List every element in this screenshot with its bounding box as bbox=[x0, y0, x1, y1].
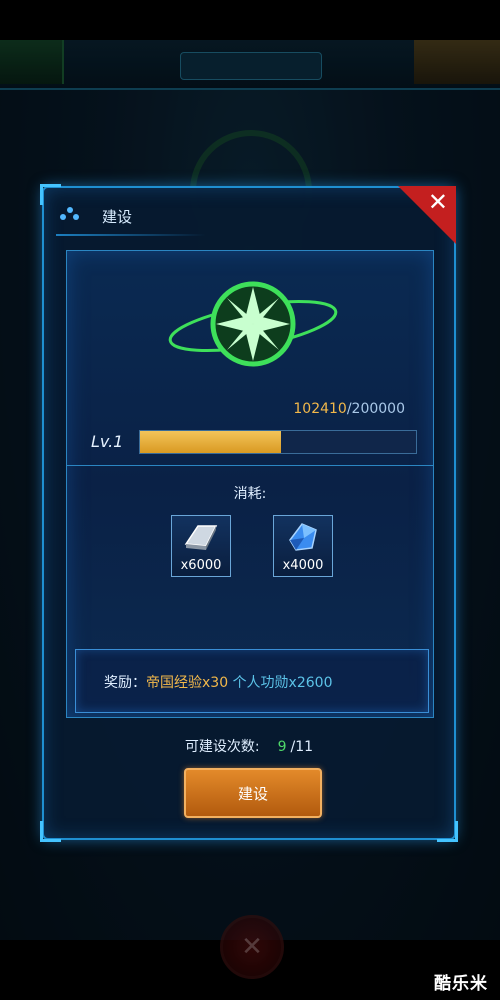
cost-item-crystal[interactable]: x4000 bbox=[273, 515, 333, 577]
build-button[interactable]: 建设 bbox=[184, 768, 322, 818]
build-count-current: 9 bbox=[277, 739, 287, 755]
build-panel: 102410/200000 Lv.1 消耗: x6000 x4000 奖励：帝国… bbox=[66, 250, 434, 718]
build-count: 可建设次数: 9/11 bbox=[44, 736, 454, 756]
corner-decoration bbox=[40, 821, 61, 842]
watermark: 酷乐米 bbox=[434, 974, 488, 994]
cost-label: 消耗: bbox=[233, 486, 267, 502]
blue-crystal-icon bbox=[289, 523, 317, 551]
title-underline bbox=[56, 234, 206, 236]
silver-ingot-icon bbox=[184, 525, 218, 550]
reward-box: 奖励：帝国经验x30 个人功勋x2600 bbox=[75, 649, 429, 713]
close-icon: ✕ bbox=[427, 188, 448, 216]
xp-progress-bar bbox=[139, 430, 417, 454]
build-count-max: /11 bbox=[290, 739, 314, 755]
cost-item-silver[interactable]: x6000 bbox=[171, 515, 231, 577]
dialog-title: 建设 bbox=[102, 208, 133, 226]
reward-merit: 个人功勋x2600 bbox=[232, 675, 333, 691]
reward-label: 奖励： bbox=[104, 675, 146, 691]
xp-counter: 102410/200000 bbox=[293, 401, 405, 417]
xp-current: 102410 bbox=[293, 401, 347, 417]
cost-quantity: x4000 bbox=[282, 558, 324, 573]
dots-icon bbox=[60, 206, 80, 222]
panel-divider bbox=[67, 465, 433, 466]
corner-decoration bbox=[40, 184, 61, 205]
xp-max: 200000 bbox=[351, 401, 405, 417]
build-dialog: 建设 ✕ 102410/200000 Lv.1 消耗: x6000 x4000 … bbox=[40, 184, 458, 842]
corner-decoration bbox=[437, 821, 458, 842]
reward-line: 奖励：帝国经验x30 个人功勋x2600 bbox=[104, 672, 332, 692]
close-button[interactable]: ✕ bbox=[398, 186, 456, 244]
xp-progress-fill bbox=[140, 431, 282, 453]
cost-quantity: x6000 bbox=[180, 558, 222, 573]
emblem-icon bbox=[210, 281, 296, 367]
level-label: Lv.1 bbox=[91, 432, 124, 451]
reward-empire-exp: 帝国经验x30 bbox=[146, 675, 229, 691]
guild-emblem bbox=[165, 265, 341, 385]
build-count-label: 可建设次数: bbox=[184, 739, 260, 755]
